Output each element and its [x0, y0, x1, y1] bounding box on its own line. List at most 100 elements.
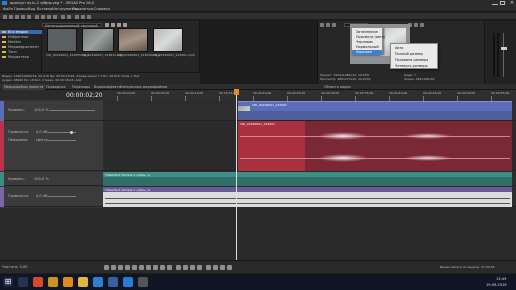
submenu-item[interactable]: Четверть размера	[395, 64, 428, 68]
submenu-item[interactable]: Полный размер	[395, 52, 423, 56]
cut-icon[interactable]	[35, 14, 39, 19]
track-header-audio[interactable]: Громкость: 0,0 dB Панорама: Центр	[0, 121, 103, 171]
app-taskbar-icon[interactable]	[138, 277, 148, 287]
tree-item[interactable]: Медиатека	[8, 55, 29, 59]
properties-icon[interactable]	[21, 14, 25, 19]
render-icon[interactable]	[27, 14, 31, 19]
trim-icon[interactable]	[213, 265, 218, 270]
file-explorer-icon[interactable]	[78, 277, 88, 287]
tree-item[interactable]: Вся медиа	[8, 30, 28, 34]
master-fader-knob[interactable]	[500, 47, 507, 50]
path-dropdown[interactable]: Интегрированный звуковой	[42, 23, 102, 28]
copy-snapshot-icon[interactable]	[414, 23, 418, 27]
level-slider[interactable]	[50, 110, 95, 111]
back-icon[interactable]	[105, 23, 109, 27]
marker-icon[interactable]	[220, 265, 225, 270]
open-icon[interactable]	[9, 14, 13, 19]
new-project-icon[interactable]	[3, 14, 7, 19]
split-screen-icon[interactable]	[332, 23, 336, 27]
menu-options[interactable]: Параметры	[72, 7, 94, 11]
menu-item[interactable]: Просмотр (авто)	[356, 35, 385, 39]
tree-item[interactable]: Избранное	[8, 35, 28, 39]
go-to-end-icon[interactable]	[153, 265, 158, 270]
play-icon[interactable]	[125, 265, 130, 270]
refresh-icon[interactable]	[117, 23, 121, 27]
submenu-item[interactable]: Половина размера	[395, 58, 428, 62]
vegas-pro-icon[interactable]	[123, 277, 133, 287]
maximize-button[interactable]	[500, 1, 505, 5]
normal-edit-tool-icon[interactable]	[176, 265, 181, 270]
text-clip-body[interactable]	[103, 177, 512, 186]
paste-icon[interactable]	[47, 14, 51, 19]
media-thumbnail[interactable]	[47, 28, 77, 52]
menu-item-selected[interactable]: Хорошее	[356, 50, 372, 54]
preview-properties-icon[interactable]	[320, 23, 324, 27]
selection-tool-icon[interactable]	[190, 265, 195, 270]
preview-device-icon[interactable]	[326, 23, 330, 27]
media-thumbnail[interactable]	[82, 28, 114, 52]
undo-icon[interactable]	[61, 14, 65, 19]
menu-item[interactable]: Черновик	[356, 40, 373, 44]
menu-insert[interactable]: Вставка	[37, 7, 52, 11]
vegas-taskbar-icon[interactable]	[93, 277, 103, 287]
menu-help[interactable]: Справка	[94, 7, 110, 11]
track-header-video[interactable]: Уровень: 100,0 %	[0, 101, 103, 121]
clip-label: Titles/Text (Simple 1 зубры_1)	[105, 172, 151, 177]
volume-knob[interactable]	[70, 130, 73, 134]
browser-icon[interactable]	[33, 277, 43, 287]
firefox-icon[interactable]	[63, 277, 73, 287]
submenu-item[interactable]: Авто	[395, 46, 403, 50]
audio-clip-selected[interactable]: VID_20190601_125001	[238, 121, 305, 171]
views-icon[interactable]	[123, 23, 127, 27]
ripple-icon[interactable]	[87, 14, 91, 19]
playback-cursor[interactable]	[236, 90, 237, 260]
timeline-empty-area[interactable]	[0, 208, 516, 260]
envelope-tool-icon[interactable]	[183, 265, 188, 270]
zoom-tool-icon[interactable]	[197, 265, 202, 270]
menu-file[interactable]: Файл	[3, 7, 13, 11]
record-icon[interactable]	[104, 265, 109, 270]
audio2-clip-body[interactable]	[103, 192, 512, 207]
video-clip-body[interactable]	[238, 111, 512, 120]
split-icon[interactable]	[206, 265, 211, 270]
pan-slider[interactable]	[48, 140, 76, 141]
stop-icon[interactable]	[139, 265, 144, 270]
tree-item[interactable]: Медиафрагмент	[8, 45, 39, 49]
menu-item[interactable]: Нормальный	[356, 45, 379, 49]
chrome-icon[interactable]	[48, 277, 58, 287]
loop-icon[interactable]	[111, 265, 116, 270]
up-folder-icon[interactable]	[111, 23, 115, 27]
track-header-text[interactable]: Уровень: 100,0 %	[0, 172, 103, 186]
video-clip[interactable]: VID_20190601_125001	[238, 101, 512, 112]
waveform-peak	[404, 155, 452, 161]
lock-icon[interactable]	[81, 14, 85, 19]
play-from-start-icon[interactable]	[118, 265, 123, 270]
go-to-start-icon[interactable]	[146, 265, 151, 270]
menu-view[interactable]: Вид	[28, 7, 35, 11]
next-frame-icon[interactable]	[167, 265, 172, 270]
region-icon[interactable]	[227, 265, 232, 270]
playhead-marker[interactable]	[234, 89, 239, 95]
tree-item[interactable]: Теги	[8, 50, 17, 54]
media-thumbnail[interactable]	[153, 28, 183, 52]
prev-frame-icon[interactable]	[160, 265, 165, 270]
delete-icon[interactable]	[53, 14, 57, 19]
pause-icon[interactable]	[132, 265, 137, 270]
tree-item[interactable]: Medien	[8, 40, 21, 44]
menu-edit[interactable]: Правка	[14, 7, 28, 11]
folder-icon	[2, 45, 6, 49]
redo-icon[interactable]	[67, 14, 71, 19]
volume-slider[interactable]	[48, 196, 76, 197]
track-header-audio2[interactable]: Громкость: 0,0 dB	[0, 187, 103, 207]
save-icon[interactable]	[15, 14, 19, 19]
snap-icon[interactable]	[75, 14, 79, 19]
audio-clip[interactable]	[305, 121, 512, 171]
app-taskbar-icon[interactable]	[108, 277, 118, 287]
minimize-button[interactable]	[492, 1, 498, 5]
copy-icon[interactable]	[41, 14, 45, 19]
menu-item[interactable]: Затемнение	[356, 30, 378, 34]
media-thumbnail[interactable]	[118, 28, 148, 52]
search-icon[interactable]	[18, 277, 28, 287]
start-icon[interactable]: ⊞	[3, 277, 13, 287]
save-snapshot-icon[interactable]	[420, 23, 424, 27]
